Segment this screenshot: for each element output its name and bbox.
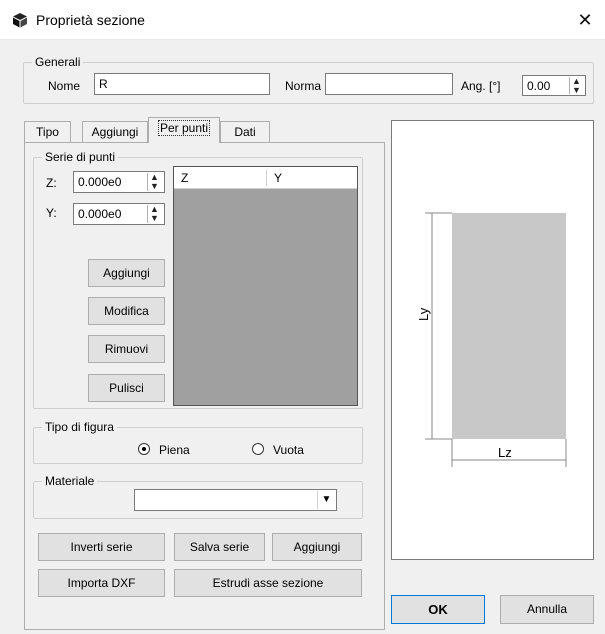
- estrudi-asse-button[interactable]: Estrudi asse sezione: [174, 569, 362, 597]
- tab-tipo[interactable]: Tipo: [24, 121, 71, 142]
- tab-aggiungi-label: Aggiungi: [91, 125, 139, 139]
- y-value: 0.000e0: [78, 207, 122, 221]
- title-bar: Proprietà sezione ✕: [0, 0, 605, 40]
- z-label: Z:: [46, 176, 57, 190]
- generali-legend: Generali: [32, 55, 84, 69]
- angle-label: Ang. [°]: [461, 79, 501, 93]
- tab-tipo-label: Tipo: [36, 125, 59, 139]
- dropdown-arrow-icon[interactable]: ▼: [317, 491, 335, 509]
- points-list-header: Z Y: [174, 167, 357, 189]
- column-z-header[interactable]: Z: [181, 171, 188, 185]
- points-list[interactable]: [173, 166, 358, 406]
- section-rectangle: [452, 213, 566, 439]
- tipo-figura-group: Tipo di figura: [33, 420, 363, 464]
- modifica-button[interactable]: Modifica: [88, 297, 165, 325]
- materiale-legend: Materiale: [42, 474, 98, 488]
- radio-vuota[interactable]: [252, 443, 264, 455]
- z-value: 0.000e0: [78, 175, 122, 189]
- window-title: Proprietà sezione: [36, 12, 145, 28]
- column-divider[interactable]: [266, 170, 267, 186]
- inverti-serie-button[interactable]: Inverti serie: [38, 533, 165, 561]
- piena-label[interactable]: Piena: [159, 443, 190, 457]
- tab-dati-label: Dati: [234, 125, 256, 139]
- aggiungi-point-button[interactable]: Aggiungi: [88, 259, 165, 287]
- angle-spinner[interactable]: ▲ ▼: [569, 77, 583, 95]
- spin-down-icon[interactable]: ▼: [148, 182, 161, 191]
- norma-label: Norma: [285, 79, 322, 93]
- y-spinner[interactable]: ▲ ▼: [147, 205, 161, 223]
- tab-aggiungi[interactable]: Aggiungi: [82, 121, 148, 142]
- ly-label: Ly: [416, 307, 431, 321]
- annulla-button[interactable]: Annulla: [500, 595, 594, 624]
- serie-punti-legend: Serie di punti: [42, 150, 119, 164]
- spin-down-icon[interactable]: ▼: [570, 86, 583, 95]
- rimuovi-button[interactable]: Rimuovi: [88, 335, 165, 363]
- tab-dati[interactable]: Dati: [220, 121, 270, 142]
- lz-label: Lz: [498, 445, 512, 460]
- close-button[interactable]: ✕: [572, 7, 598, 33]
- pulisci-button[interactable]: Pulisci: [88, 374, 165, 402]
- importa-dxf-button[interactable]: Importa DXF: [38, 569, 165, 597]
- radio-piena[interactable]: [138, 443, 150, 455]
- materiale-select[interactable]: [134, 489, 337, 511]
- z-spinner[interactable]: ▲ ▼: [147, 173, 161, 191]
- y-label: Y:: [46, 206, 57, 220]
- vuota-label[interactable]: Vuota: [273, 443, 304, 457]
- tab-per-punti-label: Per punti: [157, 120, 211, 136]
- angle-value: 0.00: [527, 79, 551, 93]
- salva-serie-button[interactable]: Salva serie: [174, 533, 265, 561]
- tab-per-punti[interactable]: Per punti: [148, 117, 220, 143]
- nome-field[interactable]: R: [94, 73, 270, 95]
- aggiungi-serie-button[interactable]: Aggiungi: [272, 533, 362, 561]
- ok-button[interactable]: OK: [391, 595, 485, 624]
- tipo-figura-legend: Tipo di figura: [42, 420, 117, 434]
- norma-field[interactable]: [325, 73, 453, 95]
- spin-down-icon[interactable]: ▼: [148, 214, 161, 223]
- nome-label: Nome: [48, 79, 81, 93]
- column-y-header[interactable]: Y: [274, 171, 282, 185]
- section-drawing: [425, 212, 567, 467]
- section-cube-icon: [13, 13, 27, 28]
- section-preview: Ly Lz: [391, 120, 594, 560]
